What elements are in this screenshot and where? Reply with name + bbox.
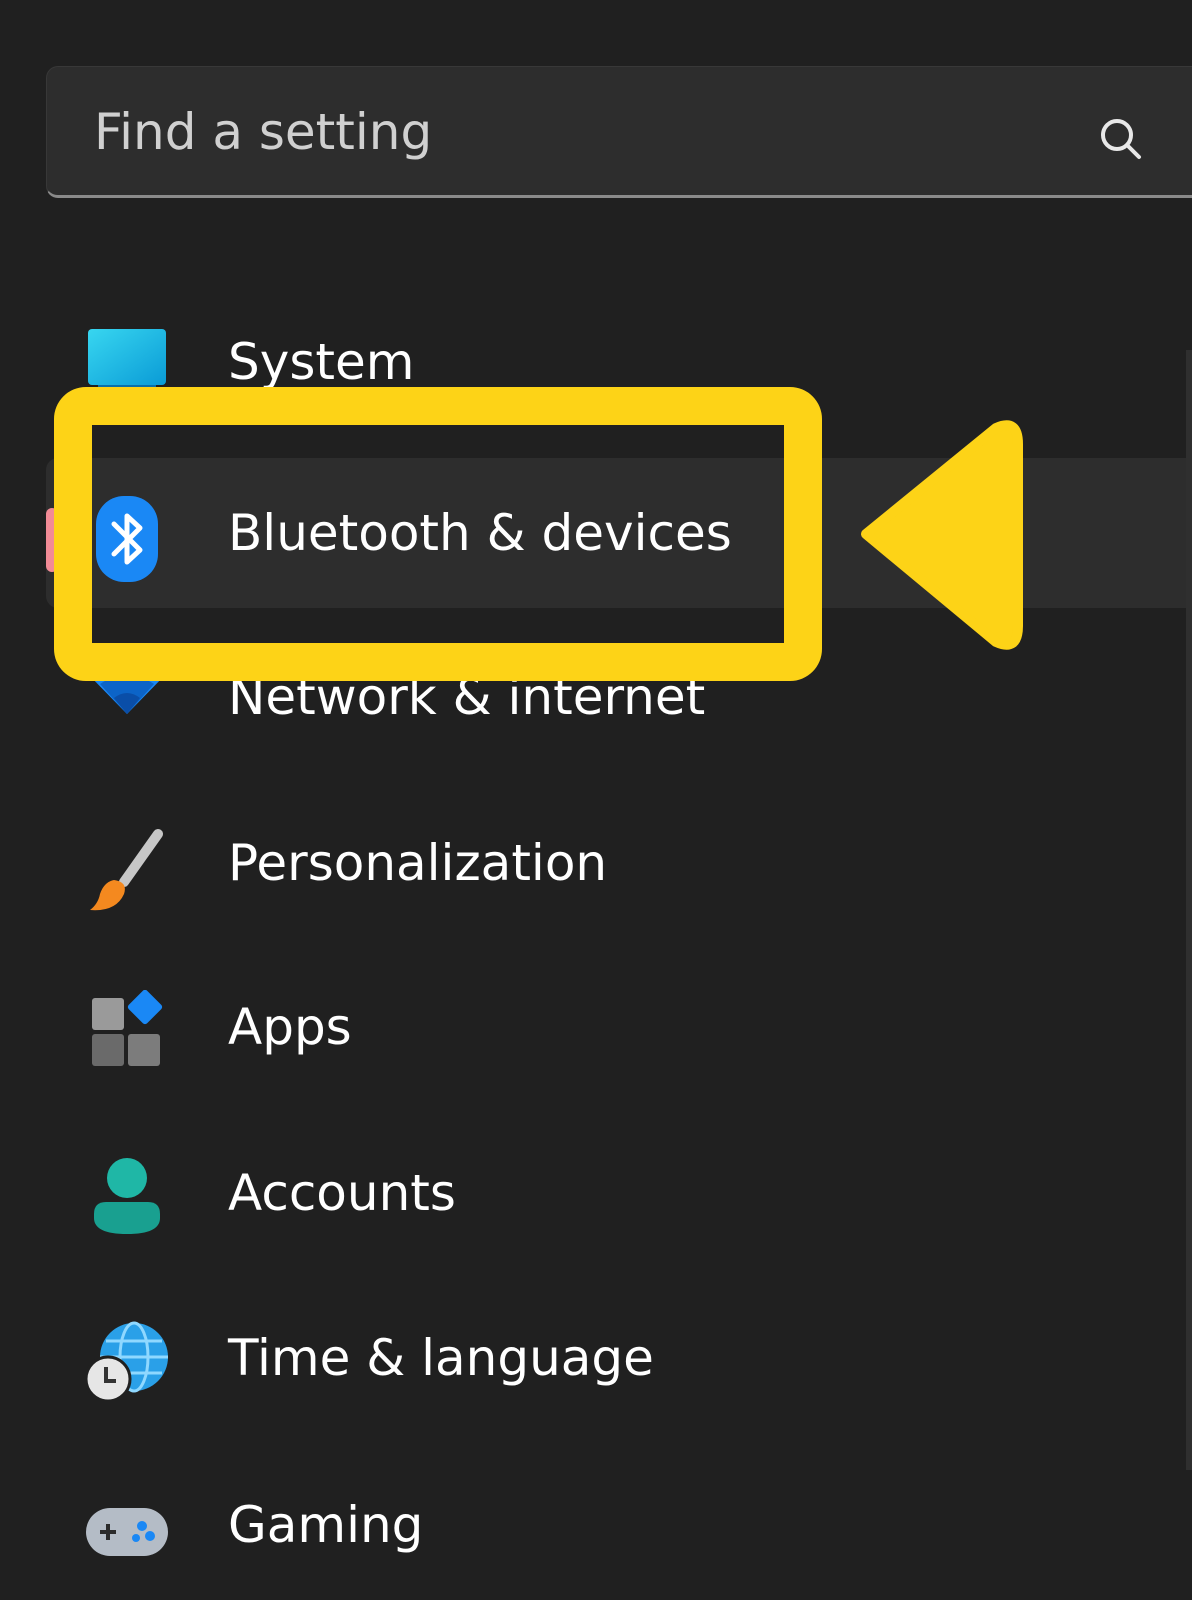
globe-clock-icon (84, 1321, 168, 1403)
search-input[interactable]: Find a setting (46, 66, 1192, 198)
wifi-icon (86, 660, 168, 714)
sidebar-item-label: Network & internet (228, 668, 706, 726)
sidebar-item-time-language[interactable]: Time & language (0, 1283, 1192, 1433)
system-icon (88, 329, 166, 393)
sidebar-item-label: System (228, 333, 415, 391)
sidebar-item-gaming[interactable]: Gaming (0, 1450, 1192, 1600)
gamepad-icon (86, 1508, 168, 1556)
search-placeholder: Find a setting (94, 103, 433, 161)
scrollbar[interactable] (1186, 350, 1192, 1470)
sidebar-item-label: Bluetooth & devices (228, 504, 732, 562)
bluetooth-icon (96, 496, 158, 582)
sidebar-item-label: Gaming (228, 1496, 424, 1554)
sidebar-item-label: Time & language (228, 1329, 654, 1387)
sidebar-item-bluetooth-devices[interactable]: Bluetooth & devices (46, 458, 1192, 608)
sidebar-item-label: Personalization (228, 834, 608, 892)
selection-indicator (46, 508, 58, 572)
sidebar-item-label: Accounts (228, 1164, 456, 1222)
apps-icon (92, 990, 163, 1066)
person-icon (94, 1158, 160, 1234)
sidebar-item-apps[interactable]: Apps (0, 952, 1192, 1102)
sidebar-item-label: Apps (228, 998, 352, 1056)
sidebar-item-system[interactable]: System (0, 287, 1192, 437)
sidebar-item-network-internet[interactable]: Network & internet (0, 622, 1192, 772)
search-icon[interactable] (1095, 113, 1147, 165)
sidebar-item-accounts[interactable]: Accounts (0, 1118, 1192, 1268)
sidebar-item-personalization[interactable]: Personalization (0, 788, 1192, 938)
paintbrush-icon (90, 829, 163, 911)
